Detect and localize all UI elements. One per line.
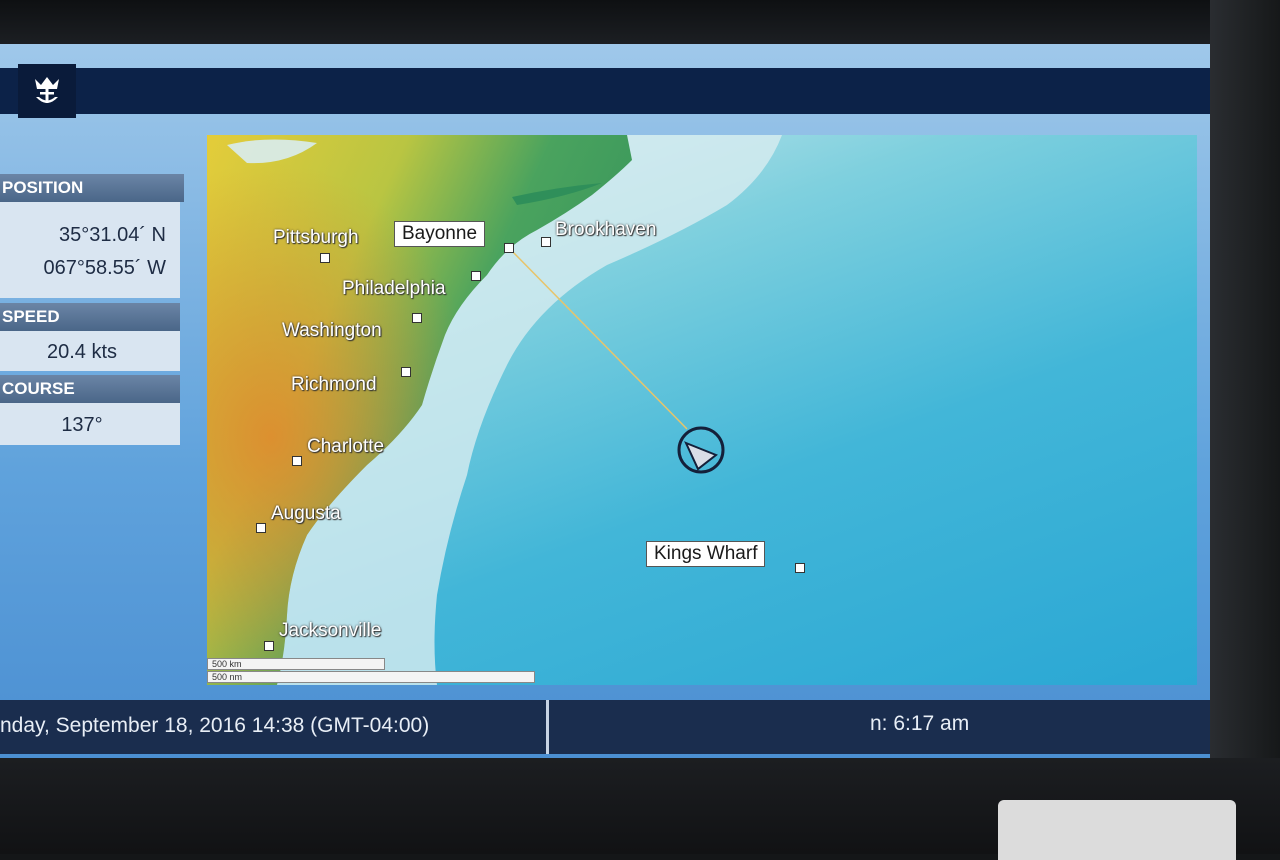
speed-value: 20.4 kts <box>46 341 118 363</box>
city-label-charlotte: Charlotte <box>307 436 385 457</box>
speed-header: SPEED <box>0 303 180 331</box>
position-panel: 35°31.04´ N 067°58.55´ W <box>0 202 180 298</box>
city-marker-augusta[interactable] <box>256 523 266 533</box>
city-label-bayonne: Bayonne <box>394 221 486 247</box>
city-marker-kings-wharf[interactable] <box>795 563 805 573</box>
city-label-kings-wharf: Kings Wharf <box>646 541 766 567</box>
city-label-brookhaven: Brookhaven <box>555 219 657 240</box>
city-marker-washington[interactable] <box>412 313 422 323</box>
city-marker-philadelphia[interactable] <box>471 271 481 281</box>
scale-bar-nm: 500 nm <box>207 671 535 683</box>
city-marker-charlotte[interactable] <box>292 456 302 466</box>
sunrise-time: n: 6:17 am <box>870 712 970 735</box>
city-marker-richmond[interactable] <box>401 367 411 377</box>
table-card <box>998 800 1236 860</box>
city-marker-pittsburgh[interactable] <box>320 253 330 263</box>
header-bar <box>0 68 1210 114</box>
crown-anchor-logo-icon <box>18 64 76 118</box>
monitor-bezel-right <box>1210 0 1280 854</box>
city-marker-jacksonville[interactable] <box>264 641 274 651</box>
city-label-richmond: Richmond <box>291 374 377 395</box>
map-terrain <box>207 135 782 685</box>
city-label-washington: Washington <box>282 320 382 341</box>
course-panel: 137° <box>0 403 180 445</box>
ship-heading-icon[interactable] <box>676 425 726 475</box>
footer-bar: nday, September 18, 2016 14:38 (GMT-04:0… <box>0 700 1232 754</box>
latitude-value: 35°31.04´ N <box>59 224 166 246</box>
city-label-pittsburgh: Pittsburgh <box>273 227 359 248</box>
city-label-philadelphia: Philadelphia <box>342 278 446 299</box>
screen: POSITION 35°31.04´ N 067°58.55´ W SPEED … <box>0 44 1232 760</box>
city-marker-bayonne[interactable] <box>504 243 514 253</box>
position-header: POSITION <box>0 174 184 202</box>
date-time: nday, September 18, 2016 14:38 (GMT-04:0… <box>0 714 430 737</box>
city-label-augusta: Augusta <box>271 503 341 524</box>
monitor-bezel-top <box>0 0 1280 48</box>
speed-panel: 20.4 kts <box>0 331 180 371</box>
course-value: 137° <box>61 414 103 436</box>
footer-divider <box>546 700 549 754</box>
city-label-jacksonville: Jacksonville <box>279 620 382 641</box>
route-map[interactable]: Pittsburgh Bayonne Brookhaven Philadelph… <box>207 135 1197 685</box>
city-marker-brookhaven[interactable] <box>541 237 551 247</box>
longitude-value: 067°58.55´ W <box>43 257 166 279</box>
scale-bar-km: 500 km <box>207 658 385 670</box>
course-header: COURSE <box>0 375 180 403</box>
